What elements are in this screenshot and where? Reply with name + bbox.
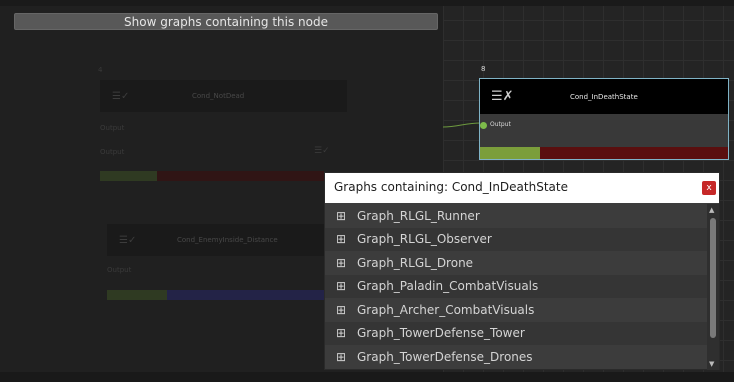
node-body: Output: [480, 114, 728, 147]
node-number: 8: [481, 65, 486, 73]
list-item[interactable]: ⊞ Graph_RLGL_Observer: [325, 227, 707, 251]
connection-wire: [443, 122, 481, 128]
graph-icon: ⊞: [335, 349, 347, 364]
background-node-header: ☰✓ Cond_NotDead: [100, 80, 347, 112]
checklist-icon: ☰✓: [314, 146, 330, 156]
top-strip: [0, 0, 734, 6]
list-item-label: Graph_Archer_CombatVisuals: [357, 302, 535, 317]
node-title: Cond_InDeathState: [570, 92, 638, 101]
list-item[interactable]: ⊞ Graph_Archer_CombatVisuals: [325, 298, 707, 322]
list-item[interactable]: ⊞ Graph_RLGL_Drone: [325, 251, 707, 275]
output-port-dot[interactable]: [480, 122, 487, 129]
node-status-bar-true: [480, 147, 540, 159]
graph-icon: ⊞: [335, 326, 347, 341]
condition-node[interactable]: ☰✗ Cond_InDeathState Output: [479, 78, 729, 160]
list-item-label: Graph_TowerDefense_Tower: [357, 326, 525, 341]
background-node-title: Cond_EnemyInside_Distance: [177, 236, 278, 244]
graph-icon: ⊞: [335, 232, 347, 247]
popup-title: Graphs containing: Cond_InDeathState: [334, 180, 568, 194]
graph-icon: ⊞: [335, 208, 347, 223]
scrollbar-thumb[interactable]: [710, 218, 716, 338]
background-node-bar-true: [100, 171, 157, 181]
close-button[interactable]: x: [702, 181, 716, 195]
checklist-icon: ☰✓: [119, 234, 137, 246]
list-item-label: Graph_RLGL_Runner: [357, 208, 480, 223]
bottom-strip: [0, 372, 734, 382]
checklist-icon: ☰✓: [112, 90, 130, 102]
background-node-header: ☰✓ Cond_EnemyInside_Distance: [107, 224, 324, 256]
background-node-number: 4: [98, 66, 103, 74]
list-item[interactable]: ⊞ Graph_Paladin_CombatVisuals: [325, 274, 707, 298]
output-port-label: Output: [490, 121, 511, 128]
list-item-label: Graph_RLGL_Observer: [357, 232, 492, 247]
background-node-section: Output: [100, 124, 125, 132]
list-item[interactable]: ⊞ Graph_TowerDefense_Tower: [325, 321, 707, 345]
background-node-bar-false: [167, 290, 324, 300]
list-item[interactable]: ⊞ Graph_RLGL_Runner: [325, 204, 707, 228]
background-node-bar-false: [157, 171, 324, 181]
background-node-port: Output: [100, 148, 125, 156]
list-item-label: Graph_Paladin_CombatVisuals: [357, 279, 539, 294]
node-header[interactable]: ☰✗ Cond_InDeathState: [480, 79, 728, 114]
node-status-bar-false: [540, 147, 728, 159]
list-item-label: Graph_TowerDefense_Drones: [357, 349, 533, 364]
scroll-down-arrow-icon[interactable]: ▼: [709, 360, 714, 368]
background-node-bar-true: [107, 290, 167, 300]
list-item[interactable]: ⊞ Graph_TowerDefense_Drones: [325, 345, 707, 369]
scrollbar[interactable]: ▲ ▼: [707, 204, 719, 370]
popup-header: Graphs containing: Cond_InDeathState x: [325, 173, 719, 203]
graph-icon: ⊞: [335, 279, 347, 294]
background-node-title: Cond_NotDead: [192, 92, 245, 100]
show-graphs-button[interactable]: Show graphs containing this node: [14, 13, 438, 30]
graph-icon: ⊞: [335, 302, 347, 317]
graph-list: ⊞ Graph_RLGL_Runner ⊞ Graph_RLGL_Observe…: [325, 204, 707, 370]
background-node-section: Output: [107, 266, 132, 274]
graphs-popup: Graphs containing: Cond_InDeathState x ⊞…: [324, 172, 720, 370]
checklist-icon: ☰✗: [491, 89, 514, 104]
list-item-label: Graph_RLGL_Drone: [357, 255, 474, 270]
graph-icon: ⊞: [335, 255, 347, 270]
scroll-up-arrow-icon[interactable]: ▲: [709, 206, 714, 214]
